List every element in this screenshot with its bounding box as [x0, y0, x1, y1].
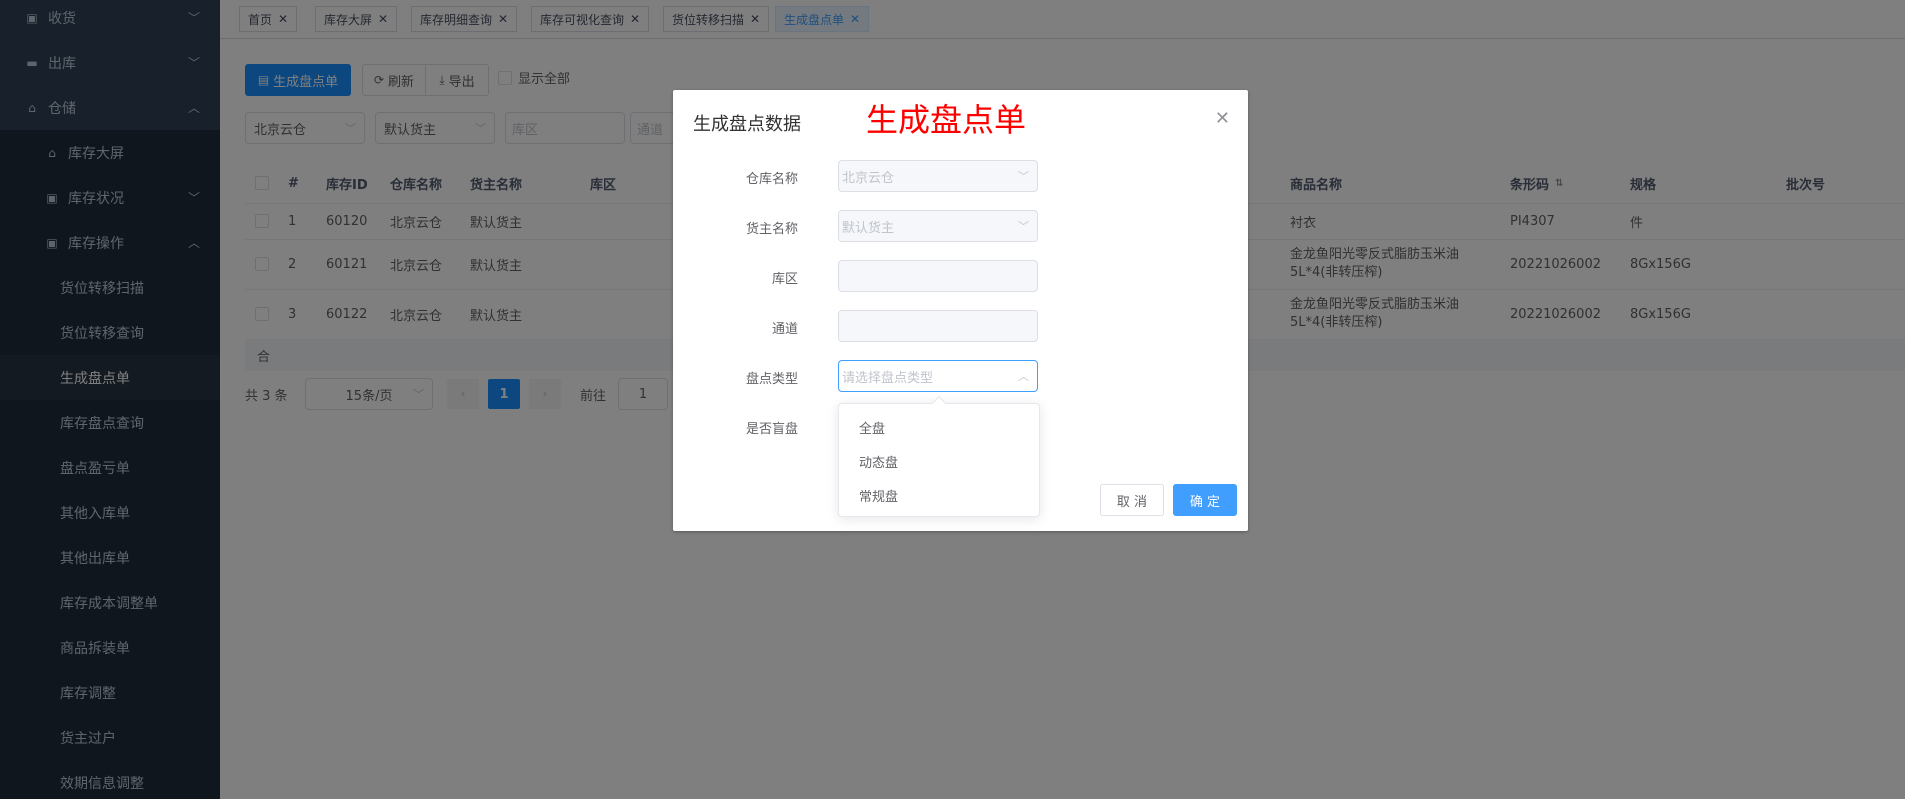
count-type-dropdown: 全盘 动态盘 常规盘 — [838, 395, 1040, 517]
select-value: 默认货主 — [842, 220, 895, 236]
dropdown-option[interactable]: 常规盘 — [839, 478, 1039, 512]
zone-label: 库区 — [771, 272, 798, 287]
button-label: 取 消 — [1116, 494, 1148, 510]
close-icon[interactable]: ✕ — [1215, 108, 1230, 129]
warehouse-select[interactable]: 北京云仓 ﹀ — [838, 160, 1038, 192]
aisle-input[interactable] — [838, 310, 1038, 342]
annotation-label: 生成盘点单 — [866, 101, 1027, 139]
count-type-label: 盘点类型 — [745, 372, 798, 387]
select-placeholder: 请选择盘点类型 — [842, 370, 934, 386]
chevron-up-icon: ︿ — [1018, 370, 1029, 383]
aisle-label: 通道 — [771, 322, 798, 337]
owner-select[interactable]: 默认货主 ﹀ — [838, 210, 1038, 242]
button-label: 确 定 — [1189, 494, 1221, 510]
app-root: ▣ 收货 ﹀ ▬ 出库 ﹀ ⌂ 仓储 ︿ ⌂ 库存大屏 ▣ 库存状况 ﹀ ▣ 库… — [0, 0, 1905, 799]
owner-label: 货主名称 — [745, 222, 798, 237]
dropdown-option[interactable]: 动态盘 — [839, 444, 1039, 478]
select-value: 北京云仓 — [842, 170, 895, 186]
count-type-select[interactable]: 请选择盘点类型 ︿ — [838, 360, 1038, 392]
chevron-down-icon: ﹀ — [1018, 170, 1029, 183]
blind-count-label: 是否盲盘 — [745, 422, 798, 437]
cancel-button[interactable]: 取 消 — [1100, 484, 1164, 516]
chevron-down-icon: ﹀ — [1018, 220, 1029, 233]
dropdown-caret — [931, 395, 947, 411]
dialog-title: 生成盘点数据 — [693, 114, 801, 135]
dropdown-option[interactable]: 全盘 — [839, 410, 1039, 444]
warehouse-label: 仓库名称 — [745, 172, 798, 187]
zone-input[interactable] — [838, 260, 1038, 292]
confirm-button[interactable]: 确 定 — [1173, 484, 1237, 516]
generate-count-dialog: 生成盘点数据 生成盘点单 ✕ 仓库名称 北京云仓 ﹀ 货主名称 默认货主 ﹀ 库… — [673, 90, 1248, 531]
